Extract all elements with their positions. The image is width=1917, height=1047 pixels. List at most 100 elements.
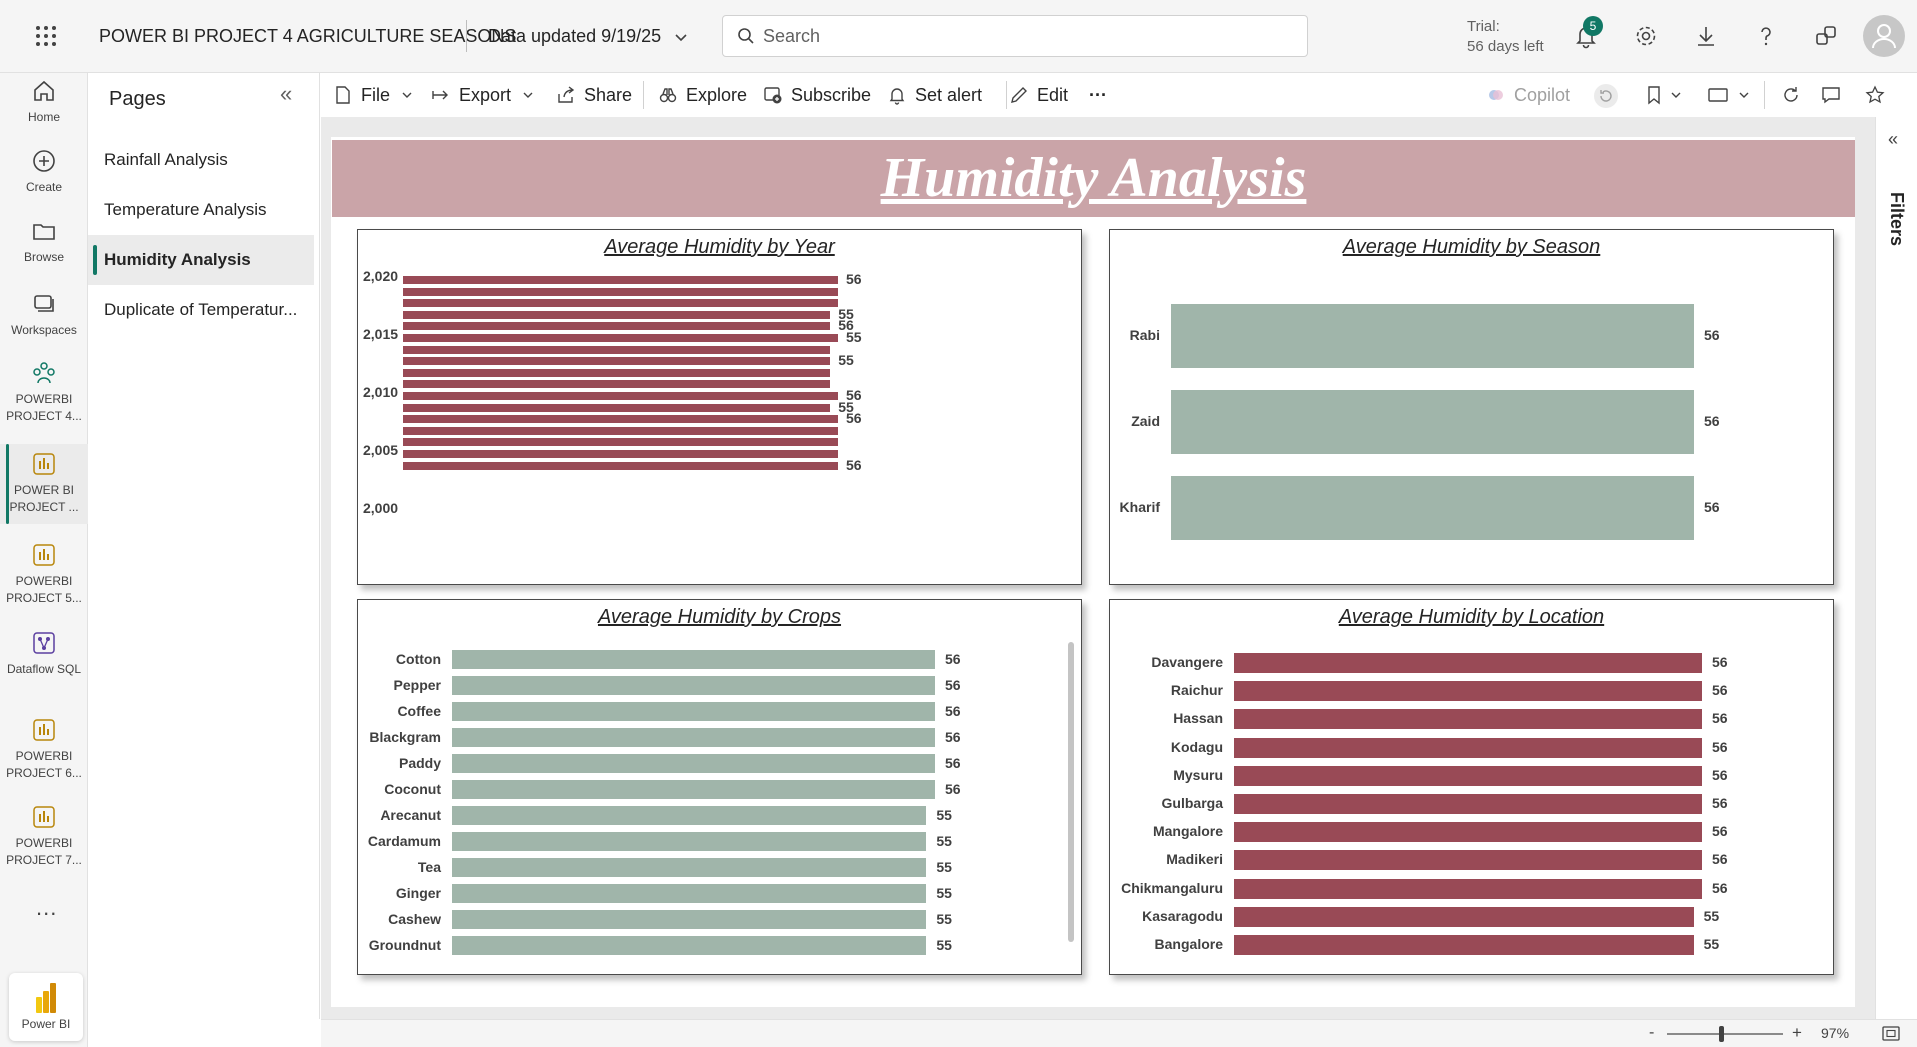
workspace-people-icon xyxy=(33,362,55,384)
bar xyxy=(1234,850,1702,871)
data-label: 56 xyxy=(945,780,961,797)
category-label: Cotton xyxy=(395,650,441,667)
search-icon xyxy=(738,28,754,44)
home-icon xyxy=(34,80,54,101)
filters-pane[interactable]: « Filters xyxy=(1875,117,1917,1019)
bookmark-icon[interactable] xyxy=(1644,85,1664,105)
category-label: Cashew xyxy=(388,910,441,927)
subscribe-button[interactable]: Subscribe xyxy=(763,73,871,117)
file-menu-button[interactable]: File xyxy=(333,73,413,117)
page-item-humidity[interactable]: Humidity Analysis xyxy=(88,235,314,285)
category-label: Kharif xyxy=(1119,499,1160,515)
rail-item-project7[interactable]: POWERBI PROJECT 7... xyxy=(0,803,88,869)
rail-item-browse[interactable]: Browse xyxy=(0,217,88,266)
refresh-icon[interactable] xyxy=(1781,85,1801,105)
category-label: Bangalore xyxy=(1154,936,1223,952)
plus-circle-icon xyxy=(33,150,55,172)
y-axis-tick-label: 2,015 xyxy=(363,326,399,342)
rail-label: POWERBI PROJECT 7... xyxy=(6,836,82,867)
folder-icon xyxy=(33,224,55,240)
page-item-duplicate-temperature[interactable]: Duplicate of Temperatur... xyxy=(88,285,314,335)
rail-label: Dataflow SQL xyxy=(6,662,82,676)
report-title[interactable]: POWER BI PROJECT 4 AGRICULTURE SEASONS xyxy=(99,26,516,47)
left-nav-rail: Home Create Browse Workspaces POWERBI PR… xyxy=(0,73,88,1047)
bar xyxy=(452,884,927,903)
zoom-slider[interactable] xyxy=(1667,1033,1783,1035)
pages-pane: Pages « Rainfall Analysis Temperature An… xyxy=(88,73,320,1019)
reset-icon[interactable] xyxy=(1593,83,1619,109)
binoculars-icon xyxy=(659,88,677,103)
category-label: Ginger xyxy=(395,884,441,901)
favorite-star-icon[interactable] xyxy=(1865,85,1885,105)
search-box[interactable] xyxy=(722,15,1308,57)
bar xyxy=(1234,935,1694,955)
data-label: 56 xyxy=(846,456,862,473)
bar xyxy=(452,858,927,877)
chart-scrollbar[interactable] xyxy=(1068,642,1074,942)
rail-item-project5[interactable]: POWERBI PROJECT 5... xyxy=(0,541,88,607)
bar xyxy=(452,806,927,825)
app-launcher-icon[interactable] xyxy=(34,24,58,48)
zoom-out-button[interactable]: - xyxy=(1649,1024,1654,1042)
chart-humidity-by-year[interactable]: Average Humidity by Year 2,020 2,015 2,010… xyxy=(357,229,1082,585)
collapse-pages-icon[interactable]: « xyxy=(280,81,292,107)
bar xyxy=(403,450,838,458)
page-item-temperature[interactable]: Temperature Analysis xyxy=(88,185,314,235)
bar xyxy=(452,650,935,669)
rail-item-workspace-project4[interactable]: POWERBI PROJECT 4... xyxy=(0,359,88,425)
comment-icon[interactable] xyxy=(1821,85,1841,105)
rail-item-dataflow[interactable]: Dataflow SQL xyxy=(0,629,88,678)
help-icon[interactable] xyxy=(1752,22,1780,50)
bar xyxy=(403,310,831,319)
data-label: 56 xyxy=(1712,766,1728,783)
data-label: 56 xyxy=(1712,851,1728,868)
export-menu-button[interactable]: Export xyxy=(431,73,534,117)
chevron-down-icon[interactable] xyxy=(1738,89,1750,101)
chart-humidity-by-crops[interactable]: Average Humidity by Crops Cotton 56 Pepper… xyxy=(357,599,1082,975)
avatar[interactable] xyxy=(1863,15,1905,57)
edit-button[interactable]: Edit xyxy=(1009,73,1068,117)
rail-more-button[interactable]: ... xyxy=(36,895,57,921)
chevron-down-icon[interactable] xyxy=(1670,89,1682,101)
rail-item-home[interactable]: Home xyxy=(0,77,88,126)
explore-button[interactable]: Explore xyxy=(658,73,747,117)
report-toolbar: File Export Share Explore Subscribe Set … xyxy=(321,73,1917,117)
chart-title: Average Humidity by Year xyxy=(604,236,835,258)
data-label: 56 xyxy=(1704,327,1720,343)
bar xyxy=(1234,681,1702,702)
expand-filters-icon[interactable]: « xyxy=(1888,129,1898,150)
rail-item-power-bi-project[interactable]: POWER BI PROJECT ... xyxy=(0,444,88,524)
chevron-down-icon xyxy=(523,92,533,98)
bar xyxy=(1234,906,1694,927)
set-alert-button[interactable]: Set alert xyxy=(887,73,982,117)
page-item-rainfall[interactable]: Rainfall Analysis xyxy=(88,135,314,185)
fit-to-page-icon[interactable] xyxy=(1882,1026,1900,1041)
data-label: 55 xyxy=(846,329,862,345)
category-label: Davangere xyxy=(1151,654,1223,670)
copilot-button[interactable]: Copilot xyxy=(1486,73,1570,117)
rail-item-create[interactable]: Create xyxy=(0,147,88,196)
trial-status: Trial: 56 days left xyxy=(1467,17,1544,57)
share-feedback-icon[interactable] xyxy=(1812,22,1840,50)
share-button[interactable]: Share xyxy=(556,73,632,117)
category-label: Blackgram xyxy=(369,728,441,745)
view-icon[interactable] xyxy=(1707,85,1729,105)
more-options-button[interactable]: ··· xyxy=(1089,73,1107,117)
search-input[interactable] xyxy=(763,24,1283,48)
filters-label: Filters xyxy=(1887,192,1907,247)
power-bi-app-switcher[interactable]: Power BI xyxy=(9,973,83,1041)
rail-item-project6[interactable]: POWERBI PROJECT 6... xyxy=(0,716,88,782)
download-icon[interactable] xyxy=(1692,22,1720,50)
chart-humidity-by-season[interactable]: Average Humidity by Season Rabi 56 Zaid 56 K… xyxy=(1109,229,1834,585)
bar xyxy=(452,702,935,721)
bar xyxy=(452,728,935,747)
category-label: Mangalore xyxy=(1152,823,1223,840)
category-label: Hassan xyxy=(1173,710,1223,727)
data-label: 55 xyxy=(936,858,952,875)
zoom-in-button[interactable]: + xyxy=(1792,1023,1802,1043)
zoom-slider-thumb[interactable] xyxy=(1719,1026,1724,1042)
gear-icon[interactable] xyxy=(1632,22,1660,50)
chart-humidity-by-location[interactable]: Average Humidity by Location Davangere 56… xyxy=(1109,599,1834,975)
rail-item-workspaces[interactable]: Workspaces xyxy=(0,290,88,339)
data-updated-dropdown[interactable]: Data updated 9/19/25 xyxy=(488,26,687,47)
